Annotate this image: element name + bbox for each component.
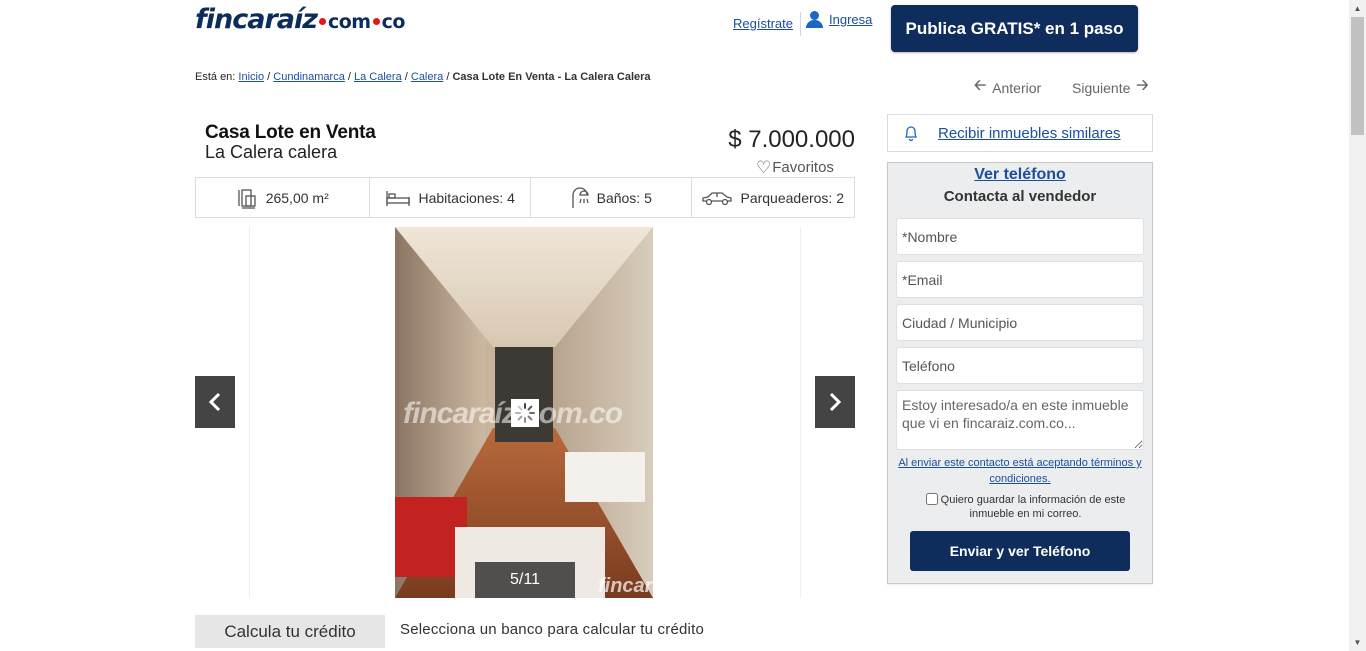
breadcrumb-la-calera[interactable]: La Calera bbox=[354, 71, 402, 83]
arrow-right-icon: 🡢 bbox=[1136, 77, 1149, 94]
logo-wordmark: fincaraíz bbox=[195, 4, 318, 35]
similar-listings-alert[interactable]: Recibir inmuebles similares bbox=[887, 114, 1153, 152]
user-icon bbox=[806, 11, 823, 28]
feature-baths: Baños: 5 bbox=[531, 178, 692, 217]
message-field[interactable] bbox=[896, 390, 1144, 450]
next-label: Siguiente bbox=[1072, 79, 1131, 96]
logo-com: com bbox=[327, 11, 371, 33]
login-link-group[interactable]: Ingresa bbox=[806, 11, 872, 28]
send-and-show-phone-button[interactable]: Enviar y ver Teléfono bbox=[910, 531, 1130, 571]
arrow-left-icon: 🡠 bbox=[974, 77, 987, 94]
bell-icon bbox=[904, 126, 918, 141]
feature-parking-value: Parqueaderos: 2 bbox=[740, 189, 845, 206]
city-field[interactable] bbox=[896, 304, 1144, 341]
photo-gallery[interactable]: fincaraíz.com.co fincaraíz.com.co 5/11 bbox=[195, 227, 855, 598]
logo-dot bbox=[318, 18, 326, 25]
gallery-prev-button[interactable] bbox=[195, 376, 235, 428]
favorites-button[interactable]: ♡ Favoritos bbox=[756, 159, 834, 176]
features-bar: 265,00 m² Habitaciones: 4 Baños: 5 Parqu… bbox=[195, 177, 855, 218]
feature-rooms: Habitaciones: 4 bbox=[370, 178, 531, 217]
header-divider bbox=[800, 12, 801, 36]
contact-seller-form: Ver teléfono Contacta al vendedor Al env… bbox=[887, 162, 1153, 584]
login-link[interactable]: Ingresa bbox=[829, 12, 872, 27]
breadcrumb-prefix: Está en: bbox=[195, 71, 236, 83]
listing-title: Casa Lote en Venta bbox=[205, 122, 376, 143]
feature-rooms-value: Habitaciones: 4 bbox=[418, 189, 515, 206]
area-icon bbox=[238, 188, 256, 209]
previous-listing-link[interactable]: 🡠 Anterior bbox=[974, 75, 1041, 100]
favorites-label: Favoritos bbox=[772, 159, 834, 176]
next-listing-link[interactable]: Siguiente 🡢 bbox=[1072, 75, 1149, 100]
feature-area-value: 265,00 m² bbox=[265, 189, 329, 206]
register-link[interactable]: Regístrate bbox=[733, 16, 793, 31]
terms-link[interactable]: Al enviar este contacto está aceptando t… bbox=[888, 455, 1152, 487]
contact-title: Contacta al vendedor bbox=[943, 188, 1097, 205]
logo-dot bbox=[372, 18, 380, 25]
show-phone-link[interactable]: Ver teléfono bbox=[888, 166, 1152, 184]
phone-field[interactable] bbox=[896, 347, 1144, 384]
scroll-down-icon[interactable]: ▼ bbox=[1349, 634, 1366, 651]
credit-calculator-tab[interactable]: Calcula tu crédito bbox=[195, 615, 385, 648]
breadcrumb-current: Casa Lote En Venta - La Calera Calera bbox=[452, 71, 651, 83]
page-scrollbar[interactable]: ▲ ▼ bbox=[1349, 0, 1366, 651]
previous-label: Anterior bbox=[992, 79, 1042, 96]
photo-watermark-small: fincaraíz.com.co bbox=[598, 575, 755, 597]
save-info-option: Quiero guardar la información de este in… bbox=[913, 493, 1138, 521]
feature-baths-value: Baños: 5 bbox=[596, 189, 652, 206]
save-info-checkbox[interactable] bbox=[925, 493, 938, 505]
email-field[interactable] bbox=[896, 261, 1144, 298]
shower-icon bbox=[571, 186, 589, 208]
listing-location: La Calera calera bbox=[205, 142, 338, 162]
logo-co: co bbox=[381, 11, 406, 33]
gallery-next-button[interactable] bbox=[815, 376, 855, 428]
heart-icon: ♡ bbox=[756, 158, 772, 177]
chevron-left-icon bbox=[208, 392, 221, 412]
breadcrumb: Está en: Inicio / Cundinamarca / La Cale… bbox=[195, 71, 651, 83]
feature-area: 265,00 m² bbox=[196, 178, 371, 217]
breadcrumb-cundinamarca[interactable]: Cundinamarca bbox=[273, 71, 345, 83]
scroll-up-icon[interactable]: ▲ bbox=[1349, 0, 1366, 17]
chevron-right-icon bbox=[829, 392, 842, 412]
loading-spinner-icon bbox=[511, 399, 539, 427]
breadcrumb-inicio[interactable]: Inicio bbox=[238, 71, 264, 83]
fincaraiz-logo[interactable]: fincaraíz com co bbox=[195, 4, 405, 38]
breadcrumb-calera[interactable]: Calera bbox=[411, 71, 443, 83]
bed-icon bbox=[386, 190, 411, 206]
listing-price: $ 7.000.000 bbox=[728, 126, 855, 153]
similar-listings-link[interactable]: Recibir inmuebles similares bbox=[938, 125, 1121, 142]
photo-counter: 5/11 bbox=[475, 562, 575, 598]
credit-instructions: Selecciona un banco para calcular tu cré… bbox=[400, 621, 704, 638]
save-info-label: Quiero guardar la información de este in… bbox=[940, 494, 1126, 520]
publish-free-button[interactable]: Publica GRATIS* en 1 paso bbox=[891, 5, 1138, 52]
name-field[interactable] bbox=[896, 218, 1144, 255]
scroll-thumb[interactable] bbox=[1351, 17, 1364, 135]
car-icon bbox=[702, 191, 733, 205]
credit-calculator: Calcula tu crédito Selecciona un banco p… bbox=[195, 615, 855, 651]
feature-parking: Parqueaderos: 2 bbox=[692, 178, 855, 217]
